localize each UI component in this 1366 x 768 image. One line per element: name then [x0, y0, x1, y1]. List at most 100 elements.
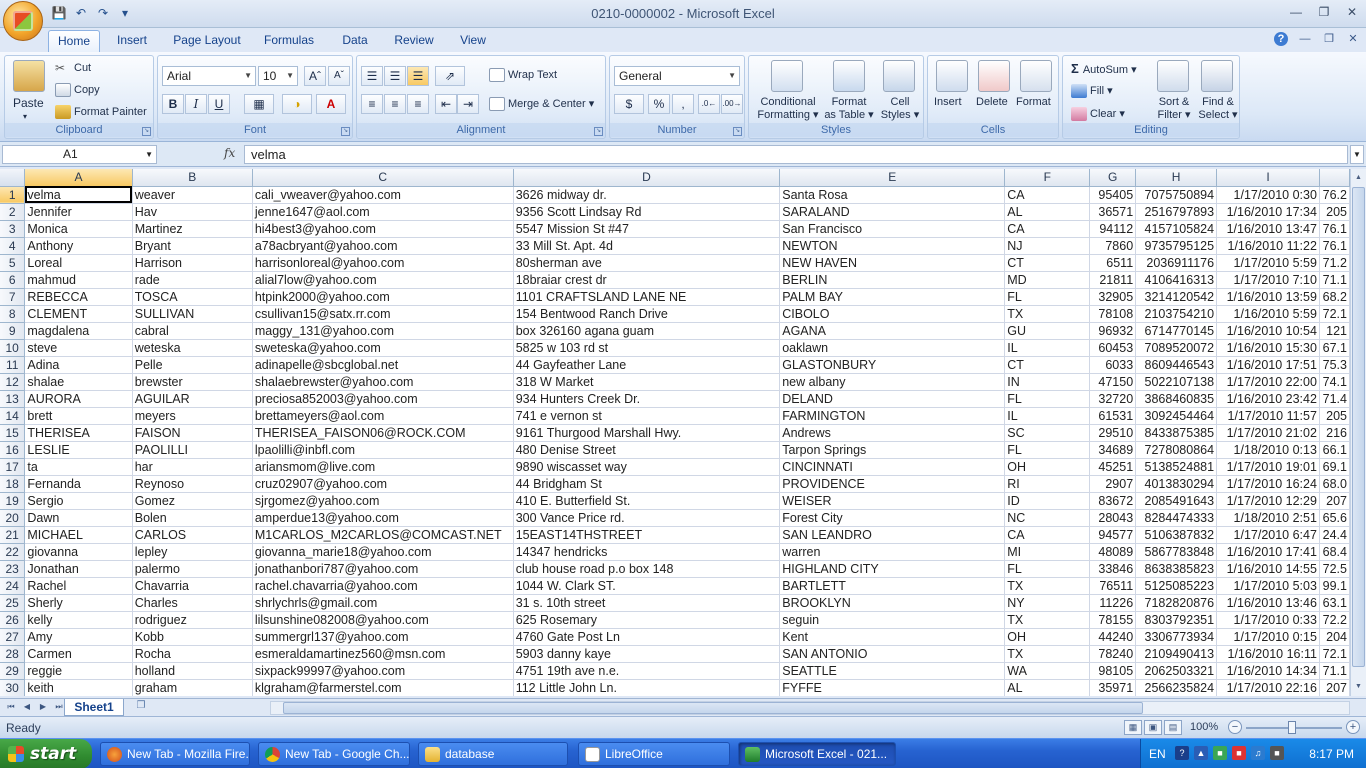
cell[interactable]: 1044 W. Clark ST.	[513, 577, 781, 595]
cell[interactable]: 318 W Market	[513, 373, 781, 391]
cell[interactable]: preciosa852003@yahoo.com	[252, 390, 514, 408]
workbook-close-icon[interactable]: ✕	[1346, 32, 1360, 46]
cell[interactable]: 741 e vernon st	[513, 407, 781, 425]
cell[interactable]: 71.1	[1319, 662, 1350, 680]
zoom-in-icon[interactable]: +	[1346, 720, 1360, 734]
cell[interactable]: 78240	[1089, 645, 1137, 663]
cell[interactable]: cali_vweaver@yahoo.com	[252, 186, 514, 204]
cell[interactable]: 48089	[1089, 543, 1137, 561]
workbook-minimize-icon[interactable]: —	[1298, 32, 1312, 46]
format-as-table-button[interactable]: Format as Table ▾	[821, 96, 877, 121]
cell[interactable]: TX	[1004, 645, 1091, 663]
decrease-indent-icon[interactable]: ⇤	[435, 94, 457, 114]
cell[interactable]: 76.2	[1319, 186, 1350, 204]
row-header[interactable]: 25	[0, 594, 26, 612]
row-header[interactable]: 24	[0, 577, 26, 595]
cell[interactable]: seguin	[779, 611, 1006, 629]
cell[interactable]: htpink2000@yahoo.com	[252, 288, 514, 306]
cell[interactable]: THERISEA	[24, 424, 133, 442]
cell[interactable]: 5125085223	[1135, 577, 1218, 595]
cell[interactable]: 9735795125	[1135, 237, 1218, 255]
cell[interactable]: a78acbryant@yahoo.com	[252, 237, 514, 255]
cell[interactable]: Forest City	[779, 509, 1006, 527]
cell[interactable]: klgraham@farmerstel.com	[252, 679, 514, 696]
cell[interactable]: HIGHLAND CITY	[779, 560, 1006, 578]
cell[interactable]: AL	[1004, 679, 1091, 696]
italic-button[interactable]: I	[185, 94, 207, 114]
cell[interactable]: mahmud	[24, 271, 133, 289]
cell[interactable]: OH	[1004, 458, 1091, 476]
horizontal-scroll-thumb[interactable]	[283, 702, 1143, 714]
sort-filter-icon[interactable]	[1157, 60, 1189, 92]
cell[interactable]: MD	[1004, 271, 1091, 289]
cell[interactable]: weteska	[132, 339, 253, 357]
cell[interactable]: PAOLILLI	[132, 441, 253, 459]
cell[interactable]: 410 E. Butterfield St.	[513, 492, 781, 510]
cell[interactable]: Gomez	[132, 492, 253, 510]
cell[interactable]: CT	[1004, 254, 1091, 272]
first-sheet-icon[interactable]: ⏮	[4, 700, 18, 714]
cell[interactable]: Adina	[24, 356, 133, 374]
cell[interactable]: AGANA	[779, 322, 1006, 340]
cell[interactable]: adinapelle@sbcglobal.net	[252, 356, 514, 374]
cell[interactable]: 95405	[1089, 186, 1137, 204]
cell[interactable]: csullivan15@satx.rr.com	[252, 305, 514, 323]
vertical-scroll-thumb[interactable]	[1352, 187, 1365, 667]
decrease-decimal-icon[interactable]: .00→	[721, 94, 743, 114]
number-launcher-icon[interactable]: ↘	[733, 127, 742, 136]
tray-misc-icon[interactable]: ■	[1270, 746, 1284, 760]
format-button[interactable]: Format	[1016, 96, 1051, 108]
horizontal-scrollbar[interactable]	[270, 701, 1350, 715]
cell[interactable]: 24.4	[1319, 526, 1350, 544]
cell[interactable]: kelly	[24, 611, 133, 629]
cell[interactable]: TX	[1004, 305, 1091, 323]
cell[interactable]: SAN ANTONIO	[779, 645, 1006, 663]
cell[interactable]: jonathanbori787@yahoo.com	[252, 560, 514, 578]
cell[interactable]: 80sherman ave	[513, 254, 781, 272]
insert-cells-icon[interactable]	[936, 60, 968, 92]
cell[interactable]: rachel.chavarria@yahoo.com	[252, 577, 514, 595]
format-painter-button[interactable]: Format Painter	[55, 105, 147, 119]
cell[interactable]: SULLIVAN	[132, 305, 253, 323]
wrap-text-button[interactable]: Wrap Text	[489, 68, 557, 82]
cell[interactable]: Jennifer	[24, 203, 133, 221]
cell[interactable]: 1/18/2010 2:51	[1216, 509, 1320, 527]
spreadsheet-grid[interactable]: ABCDEFGHI 1 velma weaver cali_vweaver@yahoo…	[0, 169, 1350, 696]
cell[interactable]: ID	[1004, 492, 1091, 510]
cell[interactable]: Bryant	[132, 237, 253, 255]
cell[interactable]: San Francisco	[779, 220, 1006, 238]
cell[interactable]: Carmen	[24, 645, 133, 663]
cell[interactable]: graham	[132, 679, 253, 696]
cell[interactable]: 99.1	[1319, 577, 1350, 595]
cell[interactable]: 78155	[1089, 611, 1137, 629]
cell[interactable]: 1/16/2010 13:46	[1216, 594, 1320, 612]
row-header[interactable]: 12	[0, 373, 26, 391]
cell[interactable]: magdalena	[24, 322, 133, 340]
cell[interactable]: 1/17/2010 11:57	[1216, 407, 1320, 425]
cell[interactable]: box 326160 agana guam	[513, 322, 781, 340]
help-tray-icon[interactable]: ?	[1175, 746, 1189, 760]
cell[interactable]: 32720	[1089, 390, 1137, 408]
cell[interactable]: MICHAEL	[24, 526, 133, 544]
cell[interactable]: NJ	[1004, 237, 1091, 255]
cell[interactable]: 1/18/2010 0:13	[1216, 441, 1320, 459]
cell[interactable]: OH	[1004, 628, 1091, 646]
cell[interactable]: 7182820876	[1135, 594, 1218, 612]
cell[interactable]: 934 Hunters Creek Dr.	[513, 390, 781, 408]
cell[interactable]: SEATTLE	[779, 662, 1006, 680]
cell[interactable]: amperdue13@yahoo.com	[252, 509, 514, 527]
page-layout-view-icon[interactable]: ▣	[1144, 720, 1162, 735]
cell[interactable]: rodriguez	[132, 611, 253, 629]
cell[interactable]: 1/17/2010 6:47	[1216, 526, 1320, 544]
cell[interactable]: 1/17/2010 22:16	[1216, 679, 1320, 696]
cell[interactable]: 7075750894	[1135, 186, 1218, 204]
cell[interactable]: IL	[1004, 339, 1091, 357]
start-button[interactable]: start	[0, 739, 92, 768]
cell[interactable]: 76511	[1089, 577, 1137, 595]
row-header[interactable]: 5	[0, 254, 26, 272]
cell[interactable]: 9890 wiscasset way	[513, 458, 781, 476]
cell[interactable]: 1/16/2010 17:41	[1216, 543, 1320, 561]
cell[interactable]: 7860	[1089, 237, 1137, 255]
cell[interactable]: CA	[1004, 526, 1091, 544]
cell[interactable]: 2566235824	[1135, 679, 1218, 696]
